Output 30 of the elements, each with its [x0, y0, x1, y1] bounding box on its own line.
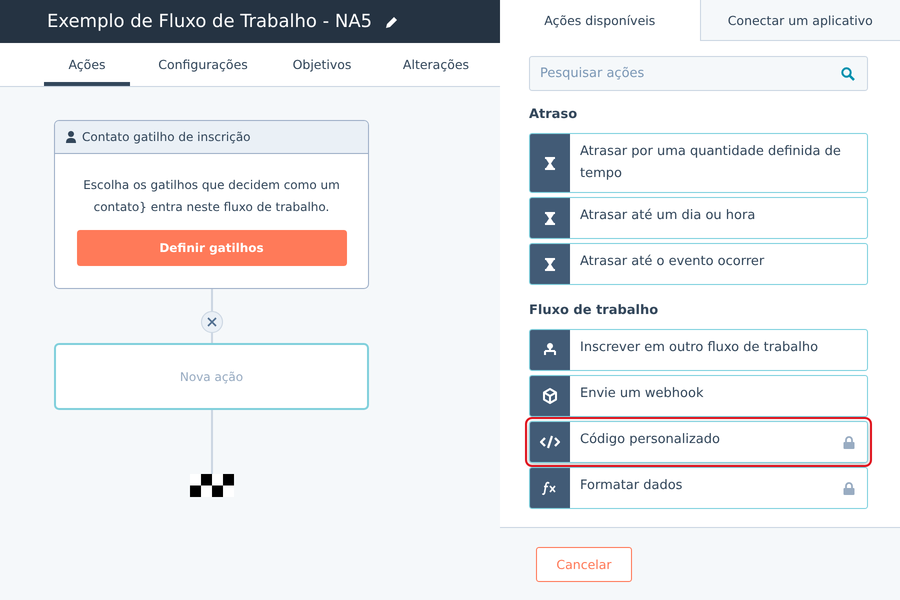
function-icon: [542, 481, 558, 496]
action-item[interactable]: Formatar dados: [529, 467, 868, 510]
action-item[interactable]: Envie um webhook: [529, 375, 868, 418]
action-item[interactable]: Atrasar até o evento ocorrer: [529, 243, 868, 286]
action-item[interactable]: Atrasar por uma quantidade definida de tempo: [529, 133, 868, 194]
code-icon: [540, 435, 560, 450]
branch-icon: [542, 343, 558, 358]
hourglass-icon: [545, 258, 555, 271]
nav-tab[interactable]: Ações: [44, 43, 130, 86]
person-icon: [66, 131, 76, 143]
card-title: Contato gatilho de inscrição: [82, 130, 251, 144]
search-field[interactable]: Pesquisar ações: [529, 56, 868, 92]
action-item[interactable]: Inscrever em outro fluxo de trabalho: [529, 329, 868, 372]
workflow-title: Exemplo de Fluxo de Trabalho - NA5: [47, 11, 372, 32]
nav-tab[interactable]: Alterações: [376, 43, 496, 86]
close-button[interactable]: [200, 311, 222, 333]
cube-icon: [542, 388, 558, 404]
nav-tab[interactable]: Objetivos: [272, 43, 372, 86]
hourglass-icon: [545, 212, 555, 225]
panel-tab[interactable]: Conectar um aplicativo: [700, 0, 900, 42]
hourglass-icon: [545, 156, 555, 170]
section-heading: Atraso: [529, 107, 578, 122]
nav-tab[interactable]: Configurações: [138, 43, 268, 86]
pencil-icon[interactable]: [386, 16, 398, 28]
search-icon[interactable]: [841, 67, 855, 82]
close-icon: [206, 317, 216, 327]
section-heading: Fluxo de trabalho: [529, 303, 660, 318]
action-item[interactable]: Atrasar até um dia ou hora: [529, 197, 868, 240]
card-description: Escolha os gatilhos que decidem como um contato} entra neste fluxo de trabalho.: [82, 177, 341, 216]
checkered-flag-icon: [190, 474, 234, 497]
